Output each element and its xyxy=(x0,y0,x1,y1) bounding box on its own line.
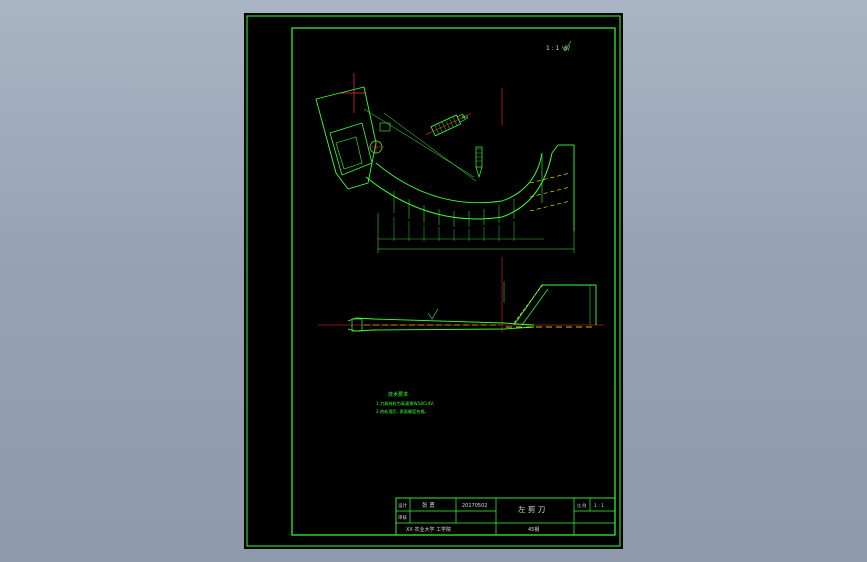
notes-heading: 技术要求 xyxy=(388,391,408,398)
technical-notes: 技术要求 1.刀具材料为高速钢W18Cr4V; 2.热处理后, 表面硬度合格。 xyxy=(376,391,435,415)
title-block: 设计 审核 张 勇 20170502 左 剪 刀 比 例 1 : 1 XX 农业… xyxy=(395,497,616,536)
surface-roughness-mark: 1 : 1 6/ xyxy=(546,40,572,52)
scale-value: 1 : 1 xyxy=(594,503,604,509)
inner-border xyxy=(291,27,616,536)
school-name: XX 农业大学 工学院 xyxy=(406,526,451,533)
part-name: 左 剪 刀 xyxy=(518,504,545,514)
label-review: 审核 xyxy=(398,514,407,521)
svg-text:M8: M8 xyxy=(462,115,468,120)
scale-label: 比 例 xyxy=(577,502,586,508)
outer-frame xyxy=(246,15,621,547)
material: 45钢 xyxy=(528,526,539,533)
cad-drawing: 1 : 1 6/ M8 技术要求 1.刀具材料为高速钢W18Cr4V; 2.热处… xyxy=(246,15,621,547)
side-view xyxy=(318,257,604,333)
drawing-number: 20170502 xyxy=(462,503,487,509)
designer-name: 张 勇 xyxy=(422,501,435,509)
svg-text:1 : 1: 1 : 1 xyxy=(546,45,560,52)
drawing-sheet: 1 : 1 6/ M8 技术要求 1.刀具材料为高速钢W18Cr4V; 2.热处… xyxy=(244,13,623,549)
front-view: M8 xyxy=(315,73,575,253)
notes-line-1: 1.刀具材料为高速钢W18Cr4V; xyxy=(376,400,435,407)
notes-line-2: 2.热处理后, 表面硬度合格。 xyxy=(376,408,429,415)
label-design: 设计 xyxy=(398,502,407,509)
